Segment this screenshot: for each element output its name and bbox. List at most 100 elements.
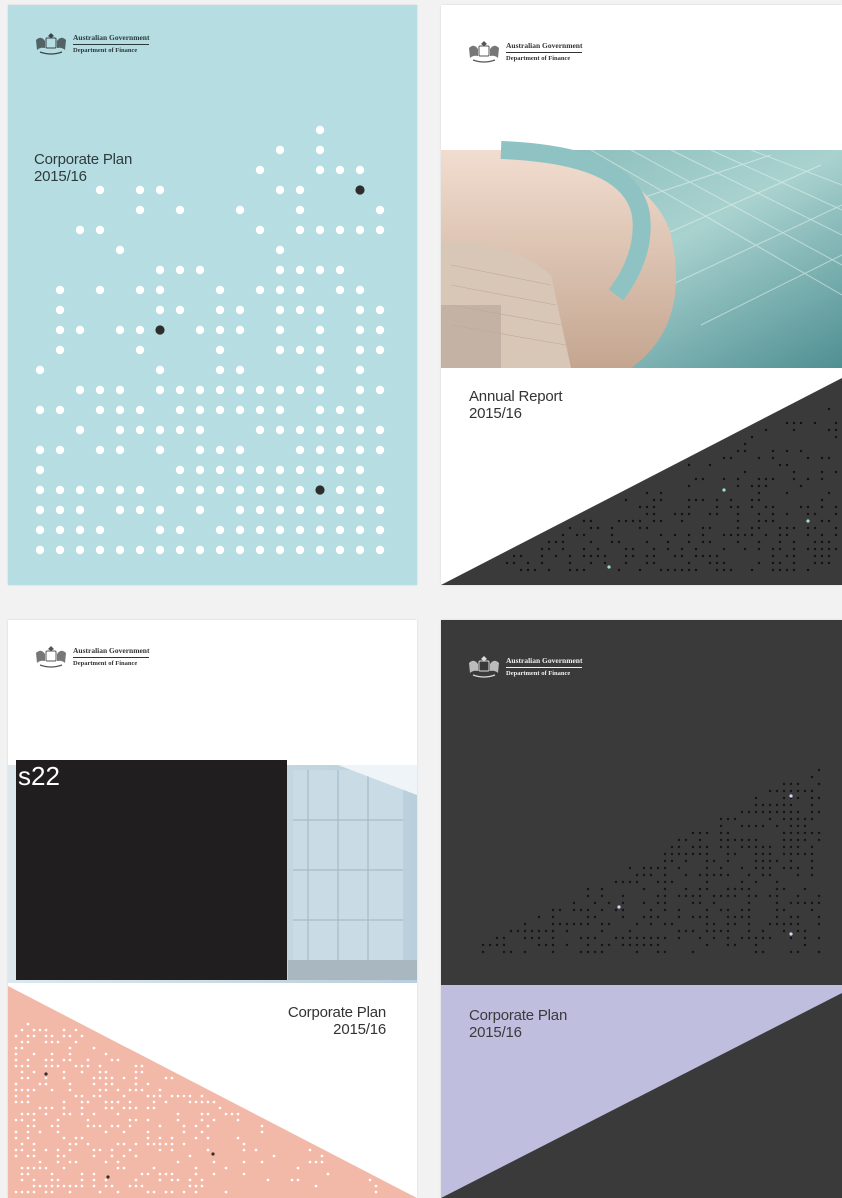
pattern-dot bbox=[308, 1160, 312, 1164]
pattern-dot bbox=[110, 1076, 114, 1080]
pattern-dot bbox=[110, 1106, 114, 1110]
pattern-dot bbox=[796, 915, 800, 919]
pattern-dot bbox=[726, 859, 730, 863]
pattern-dot bbox=[568, 561, 572, 565]
pattern-dot bbox=[803, 824, 807, 828]
pattern-dot bbox=[694, 477, 698, 481]
pattern-dot bbox=[75, 385, 85, 395]
pattern-dot bbox=[708, 512, 712, 516]
pattern-dot bbox=[701, 533, 705, 537]
pattern-dot bbox=[275, 285, 285, 295]
pattern-dot bbox=[146, 1142, 150, 1146]
accent-dot bbox=[806, 519, 810, 523]
title-text: Corporate Plan bbox=[287, 1004, 386, 1021]
pattern-dot bbox=[14, 1088, 18, 1092]
pattern-dot bbox=[200, 1178, 204, 1182]
pattern-dot bbox=[315, 165, 325, 175]
pattern-dot bbox=[170, 1190, 174, 1194]
pattern-dot bbox=[785, 491, 789, 495]
pattern-dot bbox=[628, 936, 632, 940]
pattern-dot bbox=[355, 285, 365, 295]
pattern-dot bbox=[135, 545, 145, 555]
pattern-dot bbox=[747, 915, 751, 919]
pattern-dot bbox=[75, 485, 85, 495]
pattern-dot bbox=[789, 915, 793, 919]
pattern-dot bbox=[610, 526, 614, 530]
pattern-dot bbox=[600, 950, 604, 954]
pattern-dot bbox=[275, 405, 285, 415]
pattern-dot bbox=[502, 936, 506, 940]
pattern-dot bbox=[610, 540, 614, 544]
pattern-dot bbox=[778, 540, 782, 544]
pattern-dot bbox=[315, 305, 325, 315]
pattern-dot bbox=[135, 485, 145, 495]
pattern-dot bbox=[98, 1190, 102, 1194]
pattern-dot bbox=[295, 265, 305, 275]
pattern-dot bbox=[254, 1148, 258, 1152]
pattern-dot bbox=[614, 908, 618, 912]
pattern-dot bbox=[35, 525, 45, 535]
annual-report-artwork bbox=[441, 141, 842, 585]
pattern-dot bbox=[712, 936, 716, 940]
pattern-dot bbox=[572, 901, 576, 905]
pattern-dot bbox=[617, 519, 621, 523]
cover-annual-report[interactable]: Australian Government Department of Fina… bbox=[441, 5, 842, 585]
pattern-dot bbox=[140, 1184, 144, 1188]
pattern-dot bbox=[255, 465, 265, 475]
pattern-dot bbox=[663, 922, 667, 926]
pattern-dot bbox=[680, 547, 684, 551]
pattern-dot bbox=[164, 1100, 168, 1104]
pattern-dot bbox=[537, 915, 541, 919]
cover-corporate-plan-dark[interactable]: Australian Government Department of Fina… bbox=[441, 620, 842, 1198]
department-name: Department of Finance bbox=[506, 670, 571, 678]
pattern-dot bbox=[158, 1136, 162, 1140]
accent-dot bbox=[315, 485, 325, 495]
cover-corporate-plan-teal[interactable]: Australian Government Department of Fina… bbox=[8, 5, 417, 585]
pattern-dot bbox=[827, 540, 831, 544]
pattern-dot bbox=[62, 1106, 66, 1110]
pattern-dot bbox=[617, 540, 621, 544]
pattern-dot bbox=[740, 887, 744, 891]
government-name: Australian Government bbox=[73, 33, 150, 46]
pattern-dot bbox=[586, 936, 590, 940]
pattern-dot bbox=[146, 1094, 150, 1098]
pattern-dot bbox=[712, 894, 716, 898]
dot-pattern bbox=[35, 125, 385, 555]
pattern-dot bbox=[135, 325, 145, 335]
pattern-dot bbox=[335, 525, 345, 535]
pattern-dot bbox=[628, 943, 632, 947]
pattern-dot bbox=[771, 561, 775, 565]
pattern-dot bbox=[747, 922, 751, 926]
pattern-dot bbox=[128, 1118, 132, 1122]
pattern-dot bbox=[607, 943, 611, 947]
pattern-dot bbox=[817, 936, 821, 940]
pattern-dot bbox=[796, 838, 800, 842]
pattern-dot bbox=[176, 1118, 180, 1122]
pattern-dot bbox=[176, 1160, 180, 1164]
pattern-dot bbox=[761, 803, 765, 807]
pattern-dot bbox=[195, 465, 205, 475]
pattern-dot bbox=[56, 1154, 60, 1158]
pattern-dot bbox=[726, 929, 730, 933]
cover-corporate-plan-salmon[interactable]: Australian Government Department of Fina… bbox=[8, 620, 417, 1198]
pattern-dot bbox=[255, 545, 265, 555]
pattern-dot bbox=[44, 1064, 48, 1068]
pattern-dot bbox=[768, 922, 772, 926]
pattern-dot bbox=[631, 554, 635, 558]
pattern-dot bbox=[275, 245, 285, 255]
pattern-dot bbox=[757, 491, 761, 495]
pattern-dot bbox=[374, 1190, 378, 1194]
pattern-dot bbox=[215, 385, 225, 395]
pattern-dot bbox=[715, 512, 719, 516]
pattern-dot bbox=[295, 545, 305, 555]
pattern-dot bbox=[74, 1142, 78, 1146]
pattern-dot bbox=[806, 505, 810, 509]
pattern-dot bbox=[32, 1088, 36, 1092]
pattern-dot bbox=[586, 922, 590, 926]
pattern-dot bbox=[817, 831, 821, 835]
pattern-dot bbox=[642, 866, 646, 870]
pattern-dot bbox=[26, 1094, 30, 1098]
pattern-dot bbox=[152, 1106, 156, 1110]
pattern-dot bbox=[170, 1142, 174, 1146]
pattern-dot bbox=[740, 810, 744, 814]
